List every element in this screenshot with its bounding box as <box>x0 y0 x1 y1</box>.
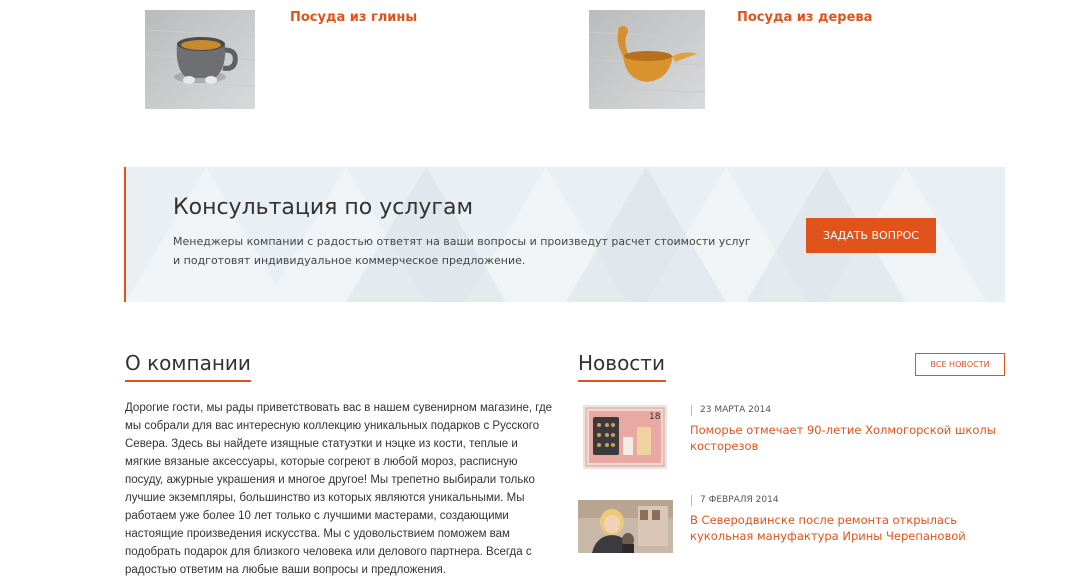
all-news-button[interactable]: Все новости <box>915 353 1005 376</box>
news-date: 7 февраля 2014 <box>691 495 779 506</box>
clay-cup-image[interactable] <box>145 10 255 109</box>
news-dolls-image[interactable] <box>578 500 673 553</box>
ask-question-button[interactable]: Задать вопрос <box>806 218 936 253</box>
news-stamp-image[interactable]: 18 <box>583 405 667 469</box>
wooden-ladle-image[interactable] <box>589 10 705 109</box>
svg-text:18: 18 <box>649 412 661 422</box>
about-heading: О компании <box>125 351 251 375</box>
consultation-banner: Консультация по услугам Менеджеры компан… <box>124 167 1005 302</box>
about-text: Дорогие гости, мы рады приветствовать ва… <box>125 402 553 576</box>
category-wood-link[interactable]: Посуда из дерева <box>737 10 872 25</box>
banner-text: Менеджеры компании с радостью ответят на… <box>173 235 751 267</box>
news-heading-underline <box>578 380 666 382</box>
news-item-link[interactable]: В Северодвинске после ремонта открылась … <box>690 512 1010 544</box>
banner-title: Консультация по услугам <box>173 195 474 220</box>
category-clay-link[interactable]: Посуда из глины <box>290 10 417 25</box>
about-heading-underline <box>125 380 251 382</box>
news-heading: Новости <box>578 351 665 375</box>
news-date: 23 марта 2014 <box>691 405 771 416</box>
news-item-link[interactable]: Поморье отмечает 90-летие Холмогорской ш… <box>690 422 1010 454</box>
